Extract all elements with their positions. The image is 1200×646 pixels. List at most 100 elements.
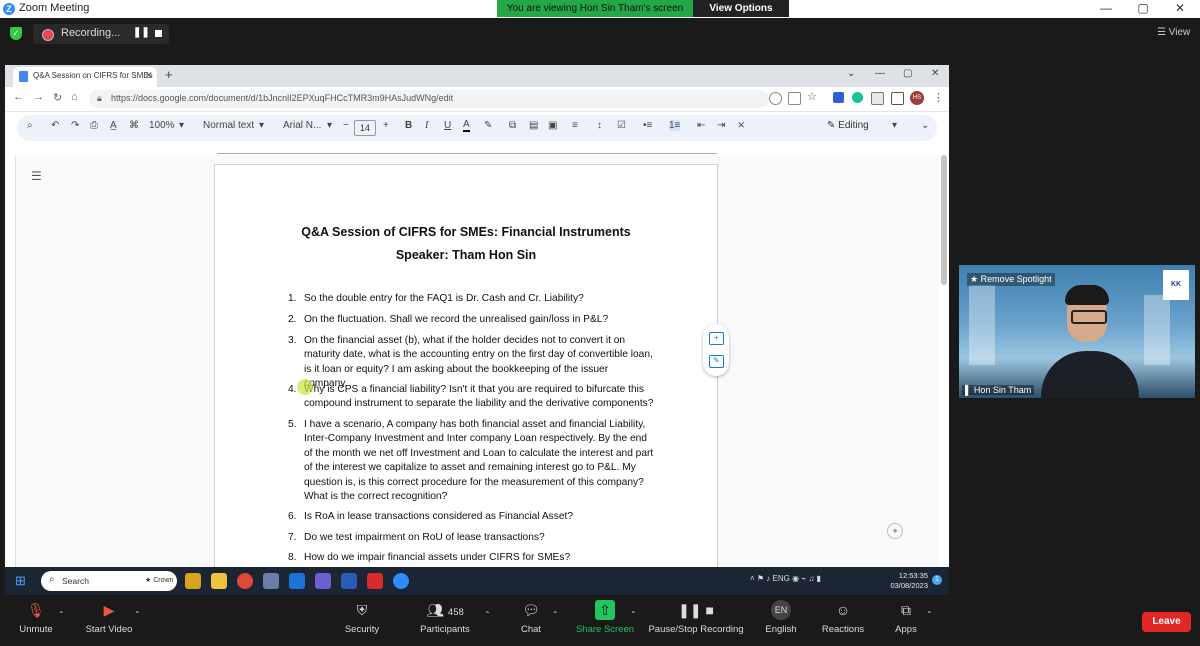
editing-dropdown-icon[interactable]: ▾: [892, 120, 897, 131]
forward-icon[interactable]: →: [33, 91, 44, 103]
pause-stop-recording-button[interactable]: ❚❚ ■ Pause/Stop Recording: [648, 600, 744, 635]
profile-avatar[interactable]: HS: [910, 91, 924, 105]
increase-font-size-button[interactable]: +: [383, 120, 389, 131]
numbered-list-icon[interactable]: 1≡: [669, 120, 681, 131]
decrease-indent-icon[interactable]: ⇤: [697, 120, 705, 131]
page-scrollbar[interactable]: [941, 155, 947, 285]
reactions-button[interactable]: ☺ Reactions: [820, 600, 866, 635]
url-bar[interactable]: 🔒︎ https://docs.google.com/document/d/1b…: [89, 90, 769, 108]
browser-menu-icon[interactable]: ⋮: [933, 91, 944, 104]
remove-spotlight-button[interactable]: ★ Remove Spotlight: [967, 273, 1055, 286]
maximize-button[interactable]: ▢: [1133, 1, 1153, 15]
highlight-color-icon[interactable]: ✎: [484, 120, 492, 131]
share-caret-icon[interactable]: ⌃: [630, 610, 637, 619]
windows-start-icon[interactable]: ⊞: [15, 574, 29, 588]
font-dropdown-icon[interactable]: ▾: [327, 120, 332, 131]
close-window-button[interactable]: ✕: [1170, 1, 1190, 15]
style-dropdown-icon[interactable]: ▾: [259, 120, 264, 131]
font-size-input[interactable]: 14: [354, 120, 376, 136]
zoom-dropdown-icon[interactable]: ▾: [179, 120, 184, 131]
unmute-button[interactable]: 🎙︎ Unmute: [10, 600, 62, 635]
participants-caret-icon[interactable]: ⌃: [484, 610, 491, 619]
security-button[interactable]: ⛨ Security: [338, 600, 386, 635]
stop-recording-icon[interactable]: [155, 30, 162, 37]
italic-button[interactable]: I: [425, 120, 428, 131]
redo-icon[interactable]: ↷: [71, 120, 79, 131]
audio-options-caret-icon[interactable]: ⌃: [58, 610, 65, 619]
outlook-icon[interactable]: [289, 573, 305, 589]
lock-icon[interactable]: 🔒︎: [97, 93, 102, 104]
insert-link-icon[interactable]: ⧉: [509, 120, 516, 131]
underline-button[interactable]: U: [444, 120, 451, 131]
tab-search-icon[interactable]: ⌄: [847, 68, 855, 79]
participants-button[interactable]: 👥︎ 458 Participants: [414, 600, 476, 635]
chat-button[interactable]: 💬︎ Chat: [514, 600, 548, 635]
print-icon[interactable]: ⎙: [90, 120, 98, 131]
text-color-button[interactable]: A: [463, 120, 470, 132]
document-page[interactable]: Q&A Session of CIFRS for SMEs: Financial…: [214, 164, 718, 576]
start-video-button[interactable]: ▶ Start Video: [80, 600, 138, 635]
tab-close-icon[interactable]: ✕: [145, 70, 153, 81]
decrease-font-size-button[interactable]: −: [343, 120, 349, 131]
add-comment-icon[interactable]: ▤: [529, 120, 538, 131]
explore-icon[interactable]: ✦: [887, 523, 903, 539]
view-menu-button[interactable]: ☰ View: [1157, 27, 1190, 38]
taskbar-app-icon[interactable]: [263, 573, 279, 589]
home-icon[interactable]: ⌂: [71, 91, 78, 103]
hide-menus-icon[interactable]: ⌄: [921, 120, 929, 131]
file-explorer-icon[interactable]: [211, 573, 227, 589]
checklist-icon[interactable]: ☑: [617, 120, 626, 131]
paint-format-icon[interactable]: ⌘: [129, 120, 139, 131]
interpretation-button[interactable]: EN English: [762, 600, 800, 635]
share-icon[interactable]: [788, 92, 801, 105]
extension-blue-icon[interactable]: [833, 92, 844, 103]
video-options-caret-icon[interactable]: ⌃: [134, 610, 141, 619]
browser-maximize-button[interactable]: ▢: [903, 68, 912, 79]
zoom-taskbar-icon[interactable]: [393, 573, 409, 589]
google-lens-icon[interactable]: [769, 92, 782, 105]
shield-icon[interactable]: ✓: [10, 27, 22, 40]
pause-recording-icon[interactable]: ❚❚: [133, 27, 150, 38]
chat-caret-icon[interactable]: ⌃: [552, 610, 559, 619]
chrome-icon[interactable]: [237, 573, 253, 589]
taskbar-app-icon[interactable]: [185, 573, 201, 589]
leave-meeting-button[interactable]: Leave: [1142, 612, 1191, 632]
back-icon[interactable]: ←: [13, 91, 24, 103]
grammarly-icon[interactable]: [852, 92, 863, 103]
word-icon[interactable]: [341, 573, 357, 589]
search-menus-icon[interactable]: ⌕: [27, 120, 33, 131]
add-comment-float-icon[interactable]: +: [709, 332, 724, 345]
align-icon[interactable]: ≡: [572, 120, 578, 131]
view-options-button[interactable]: View Options: [693, 0, 789, 17]
style-select[interactable]: Normal text: [203, 120, 254, 131]
clear-formatting-icon[interactable]: ⨯: [737, 120, 745, 131]
minimize-button[interactable]: —: [1096, 1, 1116, 15]
side-panel-icon[interactable]: [891, 92, 904, 105]
taskbar-search[interactable]: ⌕ Search ★ Crown: [41, 571, 177, 591]
suggest-edit-float-icon[interactable]: ✎: [709, 355, 724, 368]
undo-icon[interactable]: ↶: [51, 120, 59, 131]
bookmark-star-icon[interactable]: ☆: [807, 90, 817, 103]
acrobat-icon[interactable]: [367, 573, 383, 589]
bulleted-list-icon[interactable]: •≡: [643, 120, 652, 131]
editing-mode-button[interactable]: ✎ Editing: [827, 120, 869, 131]
zoom-select[interactable]: 100%: [149, 120, 175, 131]
speaker-video-tile[interactable]: ★ Remove Spotlight KK ▌ Hon Sin Tham: [959, 265, 1195, 398]
reload-icon[interactable]: ↻: [53, 91, 62, 104]
line-spacing-icon[interactable]: ↕: [597, 120, 602, 131]
system-tray[interactable]: ˄ ⚑ ♪ ENG ◉ ⌁ ♫ ▮: [750, 574, 821, 583]
increase-indent-icon[interactable]: ⇥: [717, 120, 725, 131]
insert-image-icon[interactable]: ▣: [548, 120, 557, 131]
share-screen-button[interactable]: ⇧ Share Screen: [574, 600, 636, 635]
teams-icon[interactable]: [315, 573, 331, 589]
font-select[interactable]: Arial N...: [283, 120, 321, 131]
browser-close-button[interactable]: ✕: [931, 68, 939, 79]
apps-button[interactable]: ⧉ Apps: [890, 600, 922, 635]
new-tab-button[interactable]: +: [165, 67, 173, 82]
browser-tab[interactable]: Q&A Session on CIFRS for SMEs ✕: [13, 67, 157, 87]
browser-minimize-button[interactable]: —: [875, 68, 885, 79]
apps-caret-icon[interactable]: ⌃: [926, 610, 933, 619]
spellcheck-icon[interactable]: A̲: [110, 120, 117, 131]
document-outline-icon[interactable]: ☰: [31, 169, 42, 183]
taskbar-clock[interactable]: 12:53:35 03/08/2023: [888, 571, 928, 591]
